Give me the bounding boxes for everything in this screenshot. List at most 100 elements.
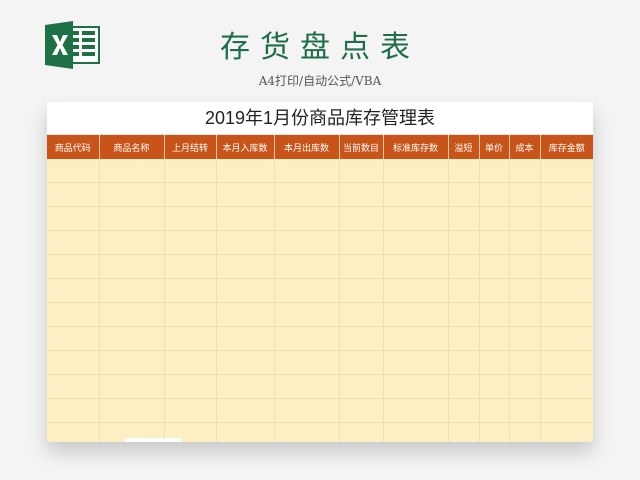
table-cell[interactable] xyxy=(99,254,165,279)
table-cell[interactable] xyxy=(339,398,384,423)
table-cell[interactable] xyxy=(383,422,449,442)
table-cell[interactable] xyxy=(479,254,510,279)
table-cell[interactable] xyxy=(339,206,384,231)
table-cell[interactable] xyxy=(540,302,593,327)
table-cell[interactable] xyxy=(274,206,340,231)
table-cell[interactable] xyxy=(448,230,480,255)
table-cell[interactable] xyxy=(540,350,593,375)
column-header-month-outbound[interactable]: 本月出库数 xyxy=(274,135,340,159)
table-cell[interactable] xyxy=(47,254,100,279)
table-cell[interactable] xyxy=(509,302,541,327)
table-cell[interactable] xyxy=(540,422,593,442)
table-cell[interactable] xyxy=(274,326,340,351)
table-cell[interactable] xyxy=(274,422,340,442)
table-cell[interactable] xyxy=(47,398,100,423)
table-cell[interactable] xyxy=(540,206,593,231)
table-cell[interactable] xyxy=(164,374,217,399)
table-cell[interactable] xyxy=(339,326,384,351)
table-cell[interactable] xyxy=(99,159,165,183)
table-cell[interactable] xyxy=(339,278,384,303)
table-cell[interactable] xyxy=(47,350,100,375)
table-cell[interactable] xyxy=(509,182,541,207)
table-cell[interactable] xyxy=(448,254,480,279)
table-cell[interactable] xyxy=(448,278,480,303)
table-cell[interactable] xyxy=(540,326,593,351)
table-cell[interactable] xyxy=(47,278,100,303)
table-cell[interactable] xyxy=(509,422,541,442)
table-cell[interactable] xyxy=(99,302,165,327)
table-cell[interactable] xyxy=(47,302,100,327)
table-cell[interactable] xyxy=(216,422,275,442)
table-cell[interactable] xyxy=(540,159,593,183)
table-cell[interactable] xyxy=(479,206,510,231)
table-cell[interactable] xyxy=(164,398,217,423)
table-cell[interactable] xyxy=(448,374,480,399)
table-cell[interactable] xyxy=(479,182,510,207)
table-cell[interactable] xyxy=(216,398,275,423)
table-cell[interactable] xyxy=(383,159,449,183)
column-header-standard-stock[interactable]: 标准库存数 xyxy=(383,135,449,159)
table-cell[interactable] xyxy=(164,278,217,303)
table-cell[interactable] xyxy=(339,302,384,327)
column-header-last-month-carryover[interactable]: 上月结转 xyxy=(164,135,217,159)
table-cell[interactable] xyxy=(448,350,480,375)
table-cell[interactable] xyxy=(216,326,275,351)
table-cell[interactable] xyxy=(479,278,510,303)
table-cell[interactable] xyxy=(274,374,340,399)
table-cell[interactable] xyxy=(448,159,480,183)
table-cell[interactable] xyxy=(99,182,165,207)
table-cell[interactable] xyxy=(383,182,449,207)
table-cell[interactable] xyxy=(479,422,510,442)
table-cell[interactable] xyxy=(216,182,275,207)
table-cell[interactable] xyxy=(216,350,275,375)
table-cell[interactable] xyxy=(448,398,480,423)
table-cell[interactable] xyxy=(99,398,165,423)
table-cell[interactable] xyxy=(216,230,275,255)
table-cell[interactable] xyxy=(216,159,275,183)
table-cell[interactable] xyxy=(274,230,340,255)
table-cell[interactable] xyxy=(448,302,480,327)
table-cell[interactable] xyxy=(47,326,100,351)
table-cell[interactable] xyxy=(99,278,165,303)
table-cell[interactable] xyxy=(339,182,384,207)
table-cell[interactable] xyxy=(509,278,541,303)
table-cell[interactable] xyxy=(47,422,100,442)
table-cell[interactable] xyxy=(274,398,340,423)
table-cell[interactable] xyxy=(540,254,593,279)
table-cell[interactable] xyxy=(540,230,593,255)
table-cell[interactable] xyxy=(509,350,541,375)
table-cell[interactable] xyxy=(383,302,449,327)
table-cell[interactable] xyxy=(339,159,384,183)
table-cell[interactable] xyxy=(448,326,480,351)
table-cell[interactable] xyxy=(47,230,100,255)
table-cell[interactable] xyxy=(164,182,217,207)
table-cell[interactable] xyxy=(164,230,217,255)
table-cell[interactable] xyxy=(216,302,275,327)
table-cell[interactable] xyxy=(99,206,165,231)
table-cell[interactable] xyxy=(479,350,510,375)
table-cell[interactable] xyxy=(216,254,275,279)
column-header-product-name[interactable]: 商品名称 xyxy=(99,135,165,159)
table-cell[interactable] xyxy=(479,398,510,423)
table-cell[interactable] xyxy=(216,206,275,231)
table-cell[interactable] xyxy=(47,159,100,183)
table-cell[interactable] xyxy=(479,302,510,327)
table-cell[interactable] xyxy=(509,159,541,183)
table-cell[interactable] xyxy=(509,398,541,423)
table-cell[interactable] xyxy=(216,374,275,399)
column-header-current-count[interactable]: 当前数目 xyxy=(339,135,384,159)
column-header-surplus-shortage[interactable]: 溢短 xyxy=(448,135,480,159)
table-cell[interactable] xyxy=(164,159,217,183)
table-cell[interactable] xyxy=(540,278,593,303)
table-cell[interactable] xyxy=(99,230,165,255)
table-cell[interactable] xyxy=(274,278,340,303)
table-cell[interactable] xyxy=(509,374,541,399)
table-cell[interactable] xyxy=(47,206,100,231)
table-cell[interactable] xyxy=(448,206,480,231)
table-cell[interactable] xyxy=(339,254,384,279)
table-cell[interactable] xyxy=(509,326,541,351)
table-cell[interactable] xyxy=(274,254,340,279)
table-cell[interactable] xyxy=(383,206,449,231)
table-cell[interactable] xyxy=(479,230,510,255)
table-cell[interactable] xyxy=(383,230,449,255)
